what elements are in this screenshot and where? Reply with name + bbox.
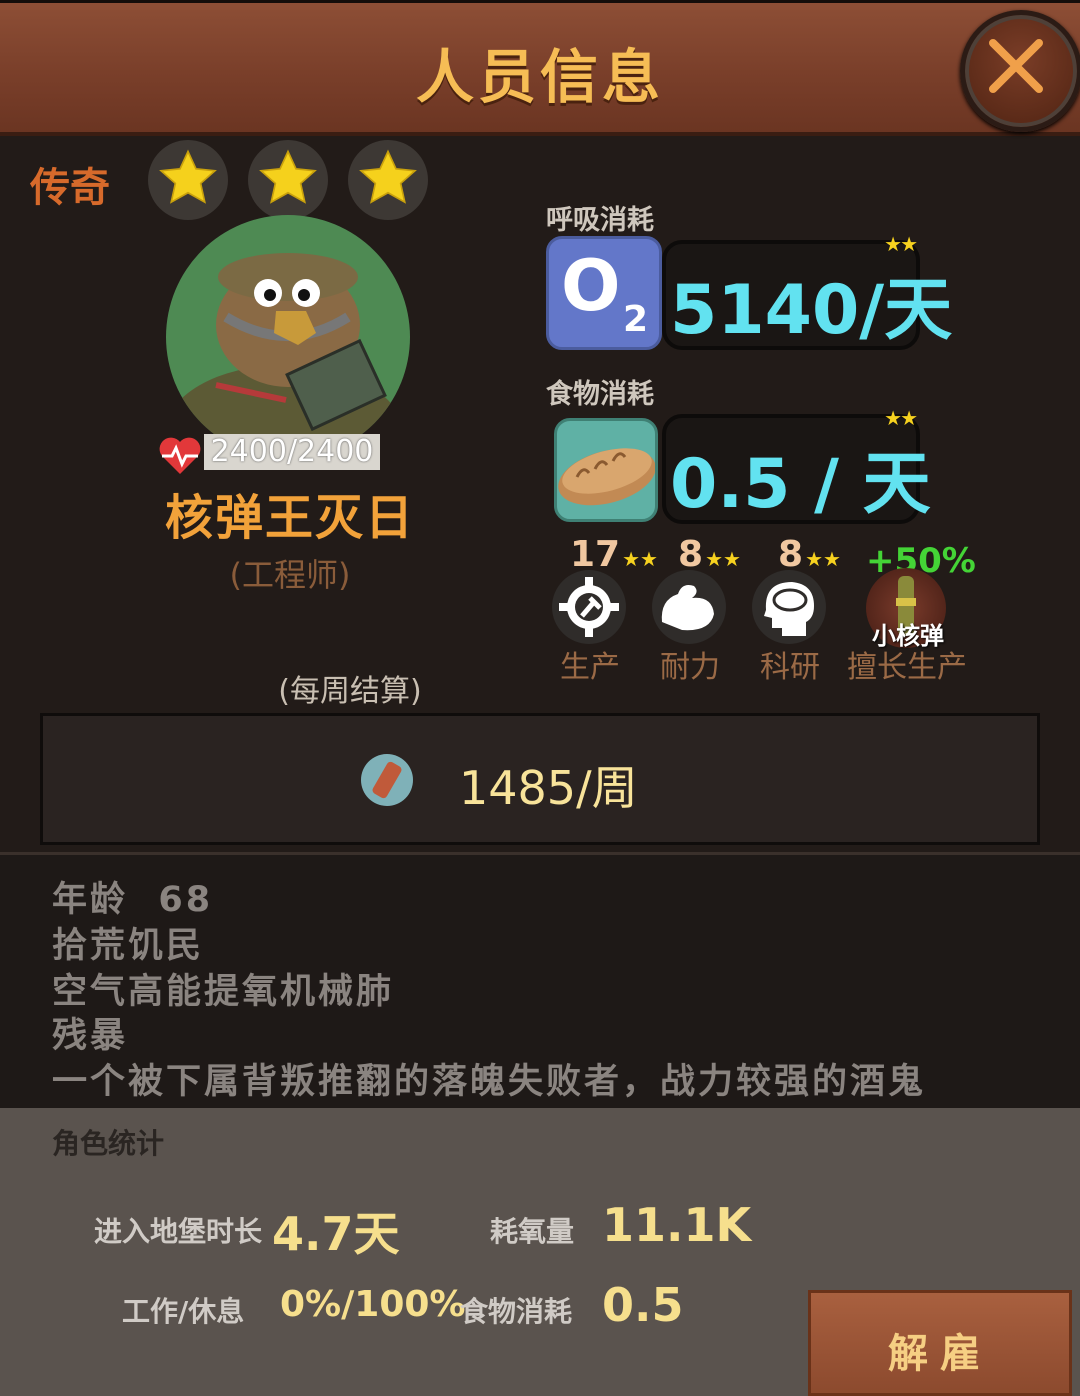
oxygen-stars: ★★ [884, 232, 918, 256]
oxygen-used-value: 11.1K [602, 1198, 752, 1252]
brain-head-icon [752, 570, 826, 644]
origin-line: 拾荒饥民 [52, 926, 205, 966]
food-used-label: 食物消耗 [460, 1295, 573, 1328]
muscle-arm-icon [652, 570, 726, 644]
close-icon [989, 39, 1043, 93]
header-bar: 人员信息 [0, 0, 1080, 136]
food-consumption-value: 0.5 / 天 [670, 445, 931, 524]
star-icon [148, 140, 228, 220]
stats-title: 角色统计 [52, 1127, 165, 1160]
skill-endurance-label: 耐力 [660, 650, 720, 685]
gear-hammer-icon [552, 570, 626, 644]
food-stars: ★★ [884, 406, 918, 430]
star-icon [248, 140, 328, 220]
personality-line: 残暴 [52, 1016, 129, 1056]
skill-research-label: 科研 [760, 650, 820, 685]
work-rest-label: 工作/休息 [122, 1295, 245, 1328]
character-name: 核弹王灭日 [164, 490, 415, 546]
skill-endurance-value: 8 ★★ [678, 534, 741, 575]
resource-icon [361, 754, 413, 806]
skill-production-label: 生产 [560, 650, 620, 685]
character-portrait [166, 215, 410, 459]
star-icon [348, 140, 428, 220]
food-label: 食物消耗 [546, 379, 654, 410]
skill-research-value: 8 ★★ [778, 534, 841, 575]
character-description: 年龄 68 拾荒饥民 空气高能提氧机械肺 残暴 一个被下属背叛推翻的落魄失败者，… [0, 852, 1080, 1114]
time-in-bunker-value: 4.7天 [272, 1207, 400, 1261]
bio-line: 一个被下属背叛推翻的落魄失败者，战力较强的酒鬼 [52, 1062, 927, 1102]
page-title: 人员信息 [415, 43, 664, 111]
oxygen-icon: O 2 [546, 236, 662, 350]
oxygen-used-label: 耗氧量 [490, 1215, 575, 1248]
weekly-output-value: 1485/周 [459, 761, 638, 815]
close-button[interactable] [960, 10, 1080, 132]
rank-label: 传奇 [30, 165, 110, 211]
food-value-box: 0.5 / 天 ★★ [662, 406, 931, 524]
age-line: 年龄 68 [52, 880, 214, 920]
hp-value: 2400/2400 [204, 434, 380, 470]
oxygen-label: 呼吸消耗 [546, 205, 654, 236]
specialty-label: 擅长生产 [847, 650, 967, 685]
food-used-value: 0.5 [602, 1278, 684, 1332]
work-rest-value: 0%/100% [280, 1284, 466, 1325]
oxygen-consumption-value: 5140/天 [670, 271, 953, 350]
skill-production-value: 17 ★★ [570, 534, 658, 575]
fire-button[interactable]: 解雇 [808, 1290, 1072, 1396]
heart-health-icon [159, 437, 201, 474]
weekly-output-panel: 1485/周 [40, 713, 1040, 845]
settlement-note: (每周结算) [278, 674, 422, 709]
oxygen-value-box: 5140/天 ★★ [662, 232, 952, 350]
bread-icon [554, 418, 658, 522]
time-in-bunker-label: 进入地堡时长 [94, 1215, 263, 1248]
profession-label: (工程师) [229, 556, 351, 594]
